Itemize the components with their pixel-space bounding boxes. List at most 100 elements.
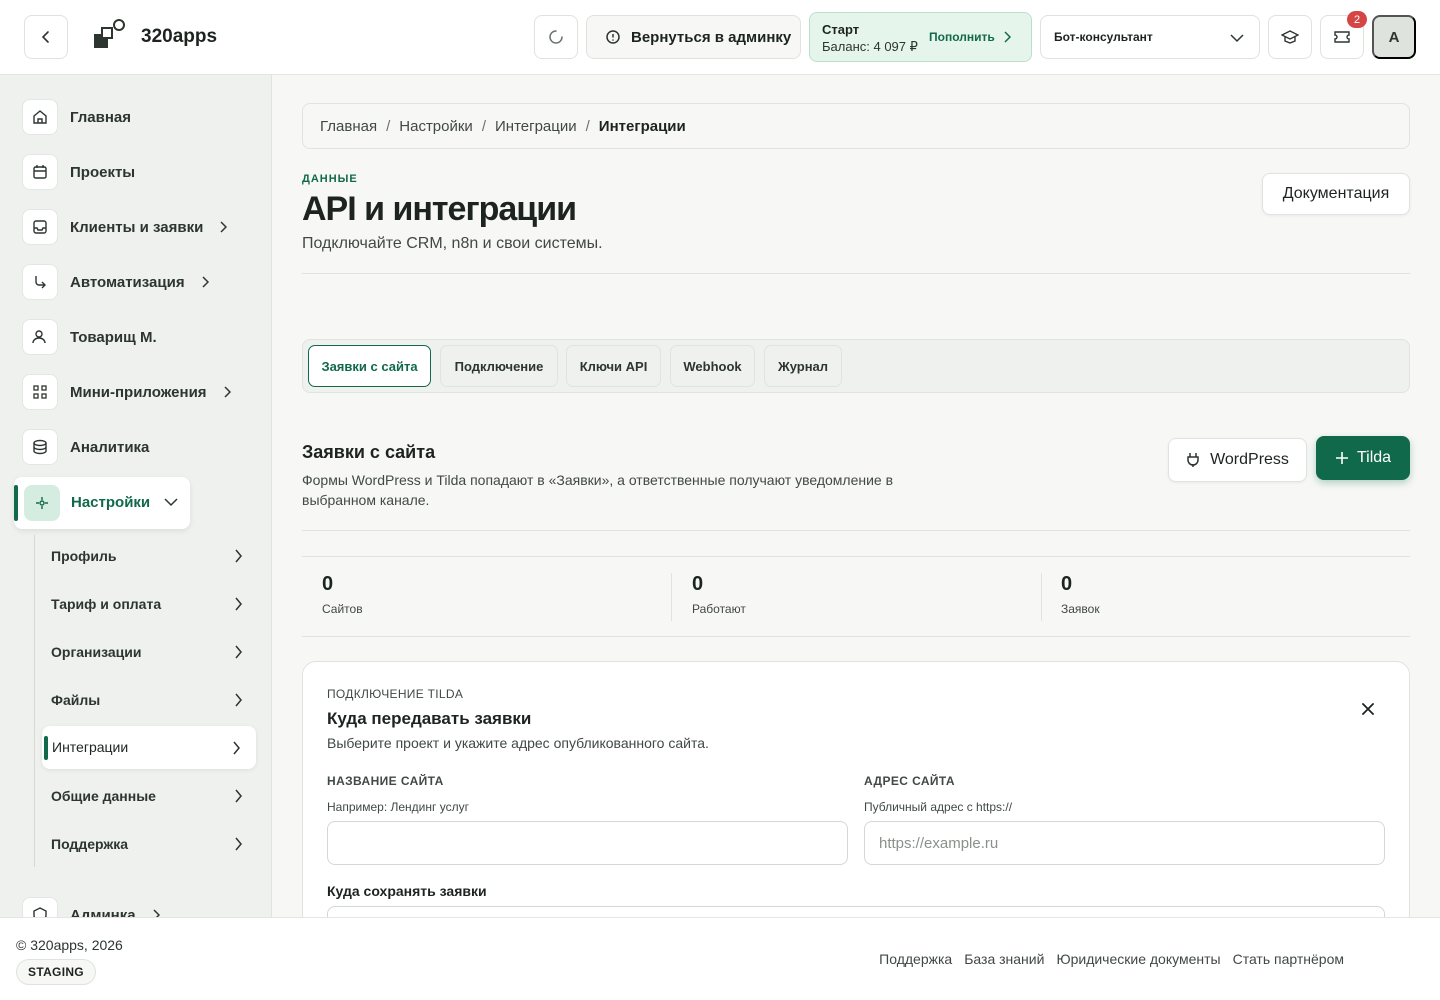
- sidebar-subitem-profile[interactable]: Профиль: [51, 544, 251, 568]
- sidebar-subitem-integrations[interactable]: Интеграции: [42, 726, 256, 769]
- page-title: API и интеграции: [302, 190, 577, 228]
- user-icon: [22, 319, 58, 355]
- back-button[interactable]: [24, 15, 68, 59]
- tab-bar: Заявки с сайта Подключение Ключи API Web…: [302, 339, 1410, 393]
- back-to-admin-label: Вернуться в админку: [631, 28, 792, 46]
- chevron-right-icon: [235, 645, 242, 659]
- site-name-input[interactable]: [327, 821, 848, 865]
- add-tilda-button[interactable]: Tilda: [1316, 436, 1410, 480]
- stat-sites: 0 Сайтов: [322, 573, 672, 621]
- app-name: 320apps: [141, 26, 218, 47]
- topup-link[interactable]: Пополнить: [929, 30, 1011, 44]
- save-destination-select[interactable]: [327, 906, 1385, 917]
- footer-link-legal[interactable]: Юридические документы: [1056, 951, 1220, 967]
- sidebar-item-projects[interactable]: Проекты: [22, 154, 135, 190]
- back-to-admin-button[interactable]: Вернуться в админку: [586, 15, 801, 59]
- loading-button[interactable]: [534, 15, 578, 59]
- section-title: Заявки с сайта: [302, 442, 436, 462]
- sidebar-subitem-support[interactable]: Поддержка: [51, 832, 251, 856]
- stat-separator: [1041, 573, 1042, 621]
- active-indicator: [14, 485, 18, 521]
- site-name-label: НАЗВАНИЕ САЙТА: [327, 774, 444, 788]
- tab-api-keys[interactable]: Ключи API: [566, 345, 661, 387]
- footer-links: Поддержка База знаний Юридические докуме…: [879, 951, 1344, 967]
- chevron-right-icon: [235, 597, 242, 611]
- sidebar-item-automation[interactable]: Автоматизация: [22, 264, 209, 300]
- sidebar-item-analytics[interactable]: Аналитика: [22, 429, 149, 465]
- tab-connection[interactable]: Подключение: [440, 345, 558, 387]
- ticket-icon: [1334, 31, 1350, 43]
- sidebar-subitem-files[interactable]: Файлы: [51, 688, 251, 712]
- topup-label: Пополнить: [929, 30, 995, 44]
- sidebar-item-admin[interactable]: Админка: [22, 897, 160, 917]
- sidebar-subitem-label: Тариф и оплата: [51, 596, 162, 612]
- card-description: Выберите проект и укажите адрес опублико…: [327, 735, 709, 751]
- settings-icon: [24, 485, 60, 521]
- app-logo[interactable]: [92, 18, 128, 54]
- stat-label: Сайтов: [322, 602, 363, 616]
- site-url-label: АДРЕС САЙТА: [864, 774, 955, 788]
- sidebar-subitem-label: Интеграции: [52, 739, 129, 755]
- breadcrumb-separator: /: [585, 117, 590, 135]
- sidebar-subitem-common-data[interactable]: Общие данные: [51, 784, 251, 808]
- breadcrumb: Главная / Настройки / Интеграции / Интег…: [302, 103, 1410, 149]
- breadcrumb-item[interactable]: Интеграции: [495, 118, 577, 135]
- page-subtitle: Подключайте CRM, n8n и свои системы.: [302, 235, 603, 252]
- sidebar-item-home[interactable]: Главная: [22, 99, 131, 135]
- plan-name: Старт: [822, 22, 860, 37]
- active-indicator: [44, 736, 48, 760]
- sidebar-item-mini-apps[interactable]: Мини-приложения: [22, 374, 231, 410]
- close-card-button[interactable]: [1357, 698, 1379, 720]
- chevron-left-icon: [41, 31, 49, 43]
- top-header: 320apps Вернуться в админку Старт Баланс…: [0, 0, 1440, 75]
- site-url-input[interactable]: [864, 821, 1385, 865]
- chevron-right-icon: [235, 693, 242, 707]
- stat-value: 0: [692, 573, 704, 595]
- add-wordpress-button[interactable]: WordPress: [1168, 438, 1307, 482]
- automation-icon: [22, 264, 58, 300]
- database-icon: [22, 429, 58, 465]
- sidebar-subitem-billing[interactable]: Тариф и оплата: [51, 592, 251, 616]
- card-eyebrow: ПОДКЛЮЧЕНИЕ TILDA: [327, 687, 464, 701]
- chevron-right-icon: [235, 837, 242, 851]
- breadcrumb-item[interactable]: Настройки: [399, 118, 473, 135]
- site-name-hint: Например: Лендинг услуг: [327, 800, 469, 814]
- documentation-button[interactable]: Документация: [1262, 173, 1410, 215]
- chevron-right-icon: [235, 789, 242, 803]
- tab-webhook[interactable]: Webhook: [670, 345, 755, 387]
- footer-link-support[interactable]: Поддержка: [879, 951, 952, 967]
- sidebar-subitem-label: Файлы: [51, 692, 101, 708]
- sidebar-subitem-organizations[interactable]: Организации: [51, 640, 251, 664]
- tab-log[interactable]: Журнал: [764, 345, 842, 387]
- sidebar-item-label: Мини-приложения: [70, 383, 207, 401]
- bot-select[interactable]: Бот-консультант: [1040, 15, 1260, 59]
- calendar-icon: [22, 154, 58, 190]
- stats-row: 0 Сайтов 0 Работают 0 Заявок: [302, 556, 1410, 637]
- sidebar-item-comrade[interactable]: Товарищ М.: [22, 319, 157, 355]
- sidebar-item-label: Автоматизация: [70, 273, 185, 291]
- add-wordpress-label: WordPress: [1210, 451, 1289, 468]
- home-icon: [22, 99, 58, 135]
- inbox-icon: [22, 209, 58, 245]
- plan-balance-box: Старт Баланс: 4 097 ₽ Пополнить: [809, 12, 1032, 62]
- spinner-icon: [549, 30, 563, 44]
- breadcrumb-item[interactable]: Главная: [320, 118, 377, 135]
- avatar[interactable]: A: [1372, 15, 1416, 59]
- sidebar-item-label: Товарищ М.: [70, 328, 157, 346]
- footer-link-partner[interactable]: Стать партнёром: [1233, 951, 1344, 967]
- sidebar-item-clients[interactable]: Клиенты и заявки: [22, 209, 228, 245]
- tab-site-requests[interactable]: Заявки с сайта: [308, 345, 431, 387]
- shield-icon: [606, 30, 620, 44]
- sidebar-subitem-label: Организации: [51, 644, 142, 660]
- divider: [302, 273, 1410, 274]
- learning-button[interactable]: [1268, 15, 1312, 59]
- footer-link-knowledge-base[interactable]: База знаний: [964, 951, 1044, 967]
- stat-value: 0: [1061, 573, 1073, 595]
- submenu-line: [34, 535, 35, 867]
- chevron-down-icon: [164, 498, 178, 507]
- save-destination-label: Куда сохранять заявки: [327, 883, 487, 899]
- chevron-right-icon: [224, 386, 231, 398]
- tilda-connection-card: ПОДКЛЮЧЕНИЕ TILDA Куда передавать заявки…: [302, 661, 1410, 917]
- copyright: © 320apps, 2026: [16, 937, 123, 953]
- sidebar-item-settings[interactable]: Настройки: [14, 477, 190, 529]
